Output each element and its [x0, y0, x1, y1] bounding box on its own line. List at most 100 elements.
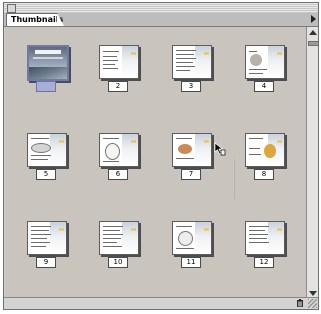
page-rail-graphic: [277, 140, 282, 143]
page-thumbnail[interactable]: [172, 45, 212, 79]
page-number-label: 4: [254, 81, 274, 92]
cover-title-graphic: [35, 50, 61, 54]
text-line: [249, 154, 261, 155]
thumbnail-item[interactable]: 6: [99, 133, 139, 180]
page-rail-graphic: [204, 140, 209, 143]
page-thumbnail[interactable]: [99, 221, 139, 255]
thumbnail-item[interactable]: 2: [99, 45, 139, 92]
page-number-label: 6: [108, 169, 128, 180]
cursor-pointer-icon: [214, 142, 226, 156]
text-line: [31, 234, 51, 235]
page-rail-graphic: [277, 228, 282, 231]
page-thumbnail[interactable]: [172, 133, 212, 167]
page-number-label: 11: [181, 257, 201, 268]
cover-landscape-graphic: [29, 67, 67, 79]
page-number-label: [36, 81, 56, 92]
page-thumbnail[interactable]: [245, 221, 285, 255]
page-sky-graphic: [268, 46, 284, 78]
callout-graphic: [31, 143, 51, 153]
text-line: [31, 246, 46, 247]
thumbnails-panel: Thumbnails 2 3 4 5 6 7 8 9 10 11 12: [3, 2, 319, 310]
text-line: [103, 234, 123, 235]
scroll-thumb[interactable]: [308, 41, 319, 46]
page-thumbnail[interactable]: [27, 133, 67, 167]
page-sky-graphic: [268, 222, 284, 254]
page-rail-graphic: [277, 52, 282, 55]
page-sky-graphic: [195, 222, 211, 254]
text-line: [176, 226, 192, 227]
text-line: [249, 51, 257, 52]
thumbnail-item[interactable]: 3: [172, 45, 212, 92]
tab-thumbnails[interactable]: Thumbnails: [6, 13, 63, 26]
page-rail-graphic: [131, 228, 136, 231]
page-thumbnail[interactable]: [245, 133, 285, 167]
thumbnail-item[interactable]: [27, 45, 69, 92]
text-line: [249, 234, 268, 235]
text-line: [249, 226, 269, 227]
page-thumbnail[interactable]: [99, 45, 139, 79]
resize-grip-icon[interactable]: [308, 299, 317, 308]
page-thumbnail[interactable]: [172, 221, 212, 255]
thumbnail-item[interactable]: 8: [245, 133, 285, 180]
thumbnail-item[interactable]: 10: [99, 221, 139, 268]
cover-subtitle-graphic: [33, 57, 63, 59]
page-thumbnail[interactable]: [99, 133, 139, 167]
page-rail-graphic: [59, 228, 64, 231]
scroll-down-arrow-icon[interactable]: [309, 291, 317, 296]
text-line: [249, 69, 267, 70]
thumbnail-item[interactable]: 7: [172, 133, 212, 180]
text-line: [103, 68, 118, 69]
text-line: [31, 138, 49, 139]
text-line: [176, 248, 194, 249]
scroll-up-arrow-icon[interactable]: [309, 30, 317, 35]
figure-graphic: [250, 54, 262, 66]
thumbnail-item[interactable]: 5: [27, 133, 67, 180]
thumbnail-item[interactable]: 4: [245, 45, 285, 92]
page-rail-graphic: [204, 52, 209, 55]
close-icon[interactable]: [7, 4, 16, 13]
figure-graphic: [105, 143, 120, 160]
page-thumbnail[interactable]: [245, 45, 285, 79]
text-line: [176, 58, 196, 59]
text-line: [31, 155, 51, 156]
text-line: [103, 64, 115, 65]
page-sky-graphic: [122, 222, 138, 254]
text-line: [176, 70, 190, 71]
figure-graphic: [264, 144, 276, 158]
text-line: [103, 56, 117, 57]
page-sky-graphic: [50, 222, 66, 254]
thumbnail-item[interactable]: 12: [245, 221, 285, 268]
page-thumbnail[interactable]: [27, 221, 67, 255]
page-number-label: 12: [254, 257, 274, 268]
thumbnail-grid[interactable]: 2 3 4 5 6 7 8 9 10 11 12: [5, 27, 306, 299]
text-line: [176, 54, 194, 55]
thumbnail-item[interactable]: 11: [172, 221, 212, 268]
thumbnail-item[interactable]: 9: [27, 221, 67, 268]
text-line: [103, 138, 119, 139]
page-number-label: 10: [108, 257, 128, 268]
page-sky-graphic: [195, 134, 211, 166]
page-rail-graphic: [204, 228, 209, 231]
page-number-label: 7: [181, 169, 201, 180]
drag-guide: [234, 159, 235, 199]
panel-menu-arrow-icon[interactable]: [311, 15, 316, 23]
page-number-label: 2: [108, 81, 128, 92]
trash-icon[interactable]: [296, 299, 304, 307]
text-line: [176, 50, 196, 51]
text-line: [31, 242, 50, 243]
figure-graphic: [178, 231, 193, 246]
text-line: [103, 226, 123, 227]
vertical-scrollbar[interactable]: [306, 27, 319, 299]
tab-bar: Thumbnails: [4, 13, 318, 27]
text-line: [176, 158, 194, 159]
page-rail-graphic: [131, 140, 136, 143]
text-line: [249, 138, 263, 139]
text-line: [31, 238, 47, 239]
page-rail-graphic: [131, 52, 136, 55]
text-line: [103, 238, 121, 239]
page-thumbnail[interactable]: [27, 45, 69, 81]
text-line: [103, 246, 122, 247]
text-line: [103, 242, 117, 243]
text-line: [31, 226, 51, 227]
page-sky-graphic: [122, 46, 138, 78]
